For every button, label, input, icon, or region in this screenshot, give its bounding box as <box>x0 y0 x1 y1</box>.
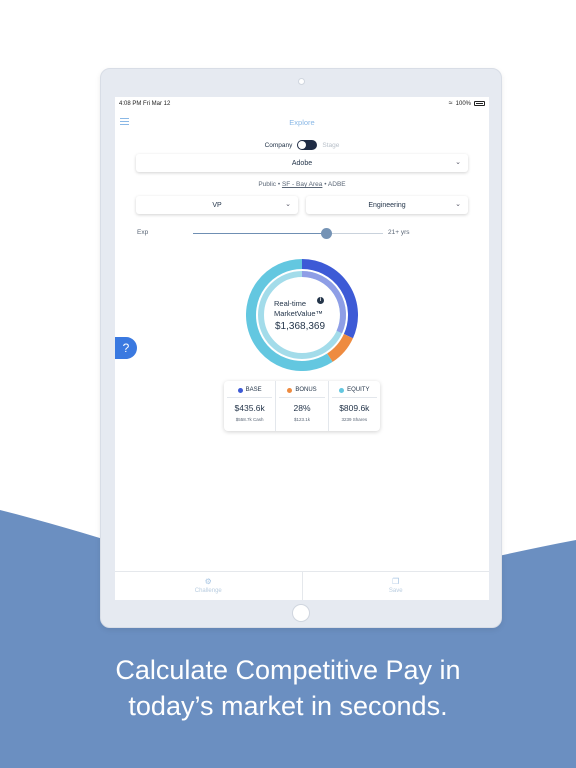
comp-bonus-detail: $123.1k <box>293 417 310 422</box>
headline-line2: today’s market in seconds. <box>128 691 448 721</box>
battery-percent: 100% <box>455 100 471 107</box>
comp-equity-column: EQUITY $809.6k 3239 Shares <box>327 381 380 431</box>
comp-base-column: BASE $435.6k $558.7k Cash <box>224 381 275 431</box>
market-value-title-line1: Real-time <box>274 299 307 308</box>
bottom-tab-bar: ⚙ Challenge ❐ Save <box>115 571 489 600</box>
company-stage-switch[interactable] <box>297 140 318 150</box>
experience-slider-fill <box>193 233 326 234</box>
tab-challenge-label: Challenge <box>194 588 222 594</box>
chevron-down-icon: ⌄ <box>285 201 291 208</box>
experience-slider-thumb[interactable] <box>321 228 332 239</box>
company-stage-toggle-row: Company Stage <box>115 140 489 150</box>
company-ticker: • ADBE <box>322 181 346 188</box>
marketing-headline: Calculate Competitive Pay in today’s mar… <box>0 652 576 724</box>
tab-challenge[interactable]: ⚙ Challenge <box>115 572 302 600</box>
comp-base-value: $435.6k <box>234 403 265 413</box>
level-select[interactable]: VP ⌄ <box>136 196 298 214</box>
divider <box>331 397 377 398</box>
comp-bonus-value: 28% <box>293 403 311 413</box>
company-location-link[interactable]: SF - Bay Area <box>282 181 322 188</box>
bonus-dot-icon <box>287 387 293 393</box>
comp-base-label: BASE <box>245 387 262 393</box>
home-button <box>292 604 310 622</box>
chevron-down-icon: ⌄ <box>455 159 461 166</box>
comp-equity-value: $809.6k <box>339 403 370 413</box>
tablet-camera <box>298 78 305 85</box>
headline-line1: Calculate Competitive Pay in <box>115 655 461 685</box>
wifi-icon: ≈ <box>448 100 453 107</box>
experience-max-label: 21+ yrs <box>388 229 410 236</box>
app-screen: 4:08 PM Fri Mar 12 ≈ 100% Explore Compan… <box>115 97 489 600</box>
toggle-stage-label[interactable]: Stage <box>322 142 339 149</box>
company-meta: Public • SF - Bay Area • ADBE <box>115 181 489 188</box>
divider <box>227 397 273 398</box>
help-button[interactable]: ? <box>115 337 137 359</box>
comp-equity-detail: 3239 Shares <box>341 417 368 422</box>
status-time: 4:08 PM Fri Mar 12 <box>119 101 171 107</box>
info-icon[interactable]: i <box>317 297 324 304</box>
company-type: Public • <box>258 181 282 188</box>
compensation-breakdown-card: BASE $435.6k $558.7k Cash BONUS 28% $123… <box>224 381 380 431</box>
tab-save-label: Save <box>388 588 403 594</box>
toggle-company-label[interactable]: Company <box>265 142 293 149</box>
market-value-label: Real-time i MarketValue™ $1,368,369 <box>246 259 358 371</box>
comp-bonus-header: BONUS <box>276 385 327 395</box>
battery-icon <box>474 101 485 106</box>
challenge-icon: ⚙ <box>204 577 212 586</box>
status-indicators: ≈ 100% <box>449 100 485 107</box>
experience-label: Exp <box>137 229 149 236</box>
tablet-device: 4:08 PM Fri Mar 12 ≈ 100% Explore Compan… <box>100 68 502 628</box>
switch-knob <box>298 141 307 149</box>
chevron-down-icon: ⌄ <box>455 201 461 208</box>
experience-slider[interactable] <box>193 228 383 239</box>
comp-equity-label: EQUITY <box>347 387 370 393</box>
comp-base-detail: $558.7k Cash <box>235 417 264 422</box>
tab-save[interactable]: ❐ Save <box>301 572 490 600</box>
divider <box>279 397 325 398</box>
company-select-value: Adobe <box>291 159 313 167</box>
comp-equity-header: EQUITY <box>329 385 380 395</box>
company-select[interactable]: Adobe ⌄ <box>136 154 468 172</box>
save-icon: ❐ <box>392 577 400 586</box>
status-bar: 4:08 PM Fri Mar 12 ≈ 100% <box>115 97 489 111</box>
market-value-title-line2: MarketValue™ <box>274 309 324 318</box>
department-select[interactable]: Engineering ⌄ <box>306 196 468 214</box>
nav-title: Explore <box>289 118 315 127</box>
market-value-total: $1,368,369 <box>275 321 326 332</box>
base-dot-icon <box>237 387 243 393</box>
comp-bonus-label: BONUS <box>295 387 317 393</box>
level-select-value: VP <box>212 201 222 209</box>
equity-dot-icon <box>339 387 345 393</box>
department-select-value: Engineering <box>368 201 406 209</box>
comp-base-header: BASE <box>224 385 275 395</box>
comp-bonus-column: BONUS 28% $123.1k <box>275 381 327 431</box>
